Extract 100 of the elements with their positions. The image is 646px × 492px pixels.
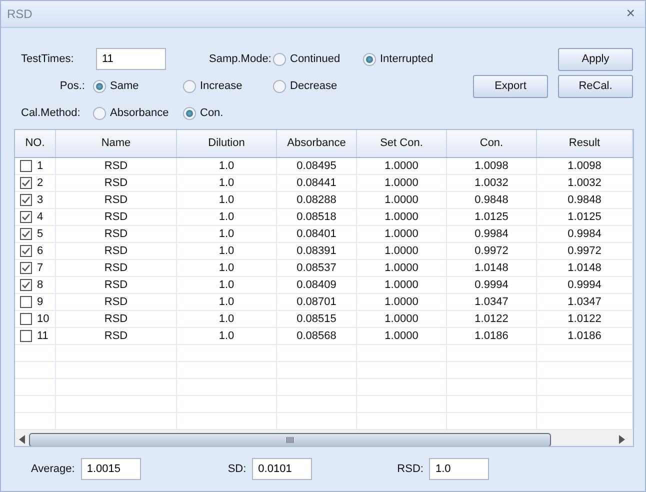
- table-cell: 1.0000: [357, 158, 447, 174]
- checkbox[interactable]: [20, 296, 32, 308]
- checkbox[interactable]: [20, 244, 32, 257]
- checkbox[interactable]: [20, 228, 32, 240]
- table-cell: 0.08568: [277, 328, 357, 344]
- table-cell-text: 9: [37, 294, 44, 310]
- field-label: TestTimes:: [21, 52, 75, 68]
- table-cell: 0.08495: [277, 158, 357, 174]
- table-cell: 0.08701: [277, 294, 357, 310]
- close-button[interactable]: ×: [624, 6, 637, 22]
- table-cell: RSD: [56, 192, 177, 208]
- test-times-field[interactable]: 11: [96, 48, 166, 70]
- table-cell: 0.08401: [277, 226, 357, 242]
- checkbox[interactable]: [20, 262, 32, 274]
- table-cell: 1.0032: [447, 174, 537, 191]
- table-cell: 1.0: [177, 260, 277, 276]
- table-cell: 1.0: [177, 192, 277, 208]
- table-cell: 0.9972: [537, 242, 633, 259]
- scroll-left-icon[interactable]: [19, 435, 25, 444]
- table-cell: 1.0000: [357, 242, 447, 259]
- table-cell: 0.08515: [277, 310, 357, 327]
- table-cell-text: 7: [37, 260, 44, 276]
- table-cell-text: 2: [37, 176, 44, 191]
- window-title: RSD: [7, 6, 32, 23]
- value-field[interactable]: 0.0101: [252, 458, 312, 480]
- checkbox[interactable]: [20, 330, 32, 342]
- table-cell: 0.08537: [277, 260, 357, 276]
- apply-button[interactable]: Apply: [558, 48, 633, 71]
- radio-button[interactable]: [183, 106, 196, 120]
- scrollbar-thumb[interactable]: [29, 432, 551, 446]
- column-header[interactable]: Absorbance: [277, 130, 357, 157]
- table-cell: RSD: [56, 260, 177, 276]
- radio-button[interactable]: [273, 80, 286, 93]
- checkbox[interactable]: [20, 160, 32, 172]
- radio-button[interactable]: [93, 80, 106, 93]
- table-cell: 1.0186: [447, 328, 537, 344]
- column-header[interactable]: Set Con.: [357, 130, 447, 157]
- radio-button[interactable]: [183, 80, 196, 93]
- radio-button[interactable]: [93, 106, 106, 120]
- table-cell: 1.0: [177, 158, 277, 174]
- radio-label: Interrupted: [380, 52, 434, 68]
- table-cell: 1.0000: [357, 276, 447, 293]
- radio-button[interactable]: [363, 52, 376, 66]
- table-cell: 0.9984: [537, 226, 633, 242]
- table-cell: RSD: [56, 174, 177, 191]
- table-cell: 0.08518: [277, 208, 357, 225]
- column-header[interactable]: Result: [537, 130, 633, 157]
- table-cell: RSD: [56, 310, 177, 327]
- table-cell: 1.0000: [357, 192, 447, 208]
- field-label: RSD:: [397, 462, 424, 477]
- table-cell: RSD: [56, 294, 177, 310]
- table-cell: 1.0000: [357, 174, 447, 191]
- table-cell: 1.0: [177, 242, 277, 259]
- radio-button[interactable]: [273, 52, 286, 66]
- recalculate-button[interactable]: ReCal.: [558, 74, 633, 98]
- table-cell: 0.08441: [277, 174, 357, 191]
- table-cell: 1.0: [177, 208, 277, 225]
- table-cell-text: 5: [37, 226, 44, 242]
- table-cell: 1.0122: [537, 310, 633, 327]
- table-cell: 1.0125: [537, 208, 633, 225]
- checkbox[interactable]: [20, 176, 32, 189]
- table-cell-text: 8: [37, 278, 44, 293]
- table-cell: 0.9984: [447, 226, 537, 242]
- table-cell: 1.0347: [537, 294, 633, 310]
- table-cell: 0.08409: [277, 276, 357, 293]
- radio-label: Decrease: [290, 79, 338, 94]
- checkbox[interactable]: [20, 210, 32, 223]
- table-cell: 1.0: [177, 276, 277, 293]
- table-cell-text: 11: [37, 328, 48, 344]
- export-button[interactable]: Export: [473, 74, 548, 98]
- table-cell: 1.0: [177, 294, 277, 310]
- table-cell: 1.0032: [537, 174, 633, 191]
- value-field[interactable]: 1.0: [429, 458, 490, 480]
- table-cell: 1.0: [177, 328, 277, 344]
- table-cell: RSD: [56, 242, 177, 259]
- field-label: Cal.Method:: [21, 106, 82, 122]
- radio-label: Same: [110, 79, 139, 94]
- column-header[interactable]: Dilution: [177, 130, 277, 157]
- column-header[interactable]: Name: [56, 130, 177, 157]
- checkbox[interactable]: [20, 278, 32, 291]
- checkbox[interactable]: [20, 312, 32, 325]
- column-header[interactable]: Con.: [447, 130, 537, 157]
- table-cell: 0.08288: [277, 192, 357, 208]
- table-cell: 1.0000: [357, 208, 447, 225]
- table-cell: 0.08391: [277, 242, 357, 259]
- table-cell: 1.0186: [537, 328, 633, 344]
- scroll-right-icon[interactable]: [619, 435, 625, 444]
- table-cell: 1.0000: [357, 294, 447, 310]
- radio-label: Absorbance: [110, 106, 169, 122]
- table-cell: 1.0125: [447, 208, 537, 225]
- table-cell: 0.9972: [447, 242, 537, 259]
- table-cell: 1.0000: [357, 328, 447, 344]
- table-cell: 1.0122: [447, 310, 537, 327]
- radio-label: Increase: [200, 79, 242, 94]
- table-cell: RSD: [56, 328, 177, 344]
- value-field[interactable]: 1.0015: [80, 458, 141, 480]
- field-label: Samp.Mode:: [209, 52, 272, 68]
- table-cell: 1.0148: [537, 260, 633, 276]
- checkbox[interactable]: [20, 194, 32, 206]
- column-header[interactable]: NO.: [15, 130, 56, 157]
